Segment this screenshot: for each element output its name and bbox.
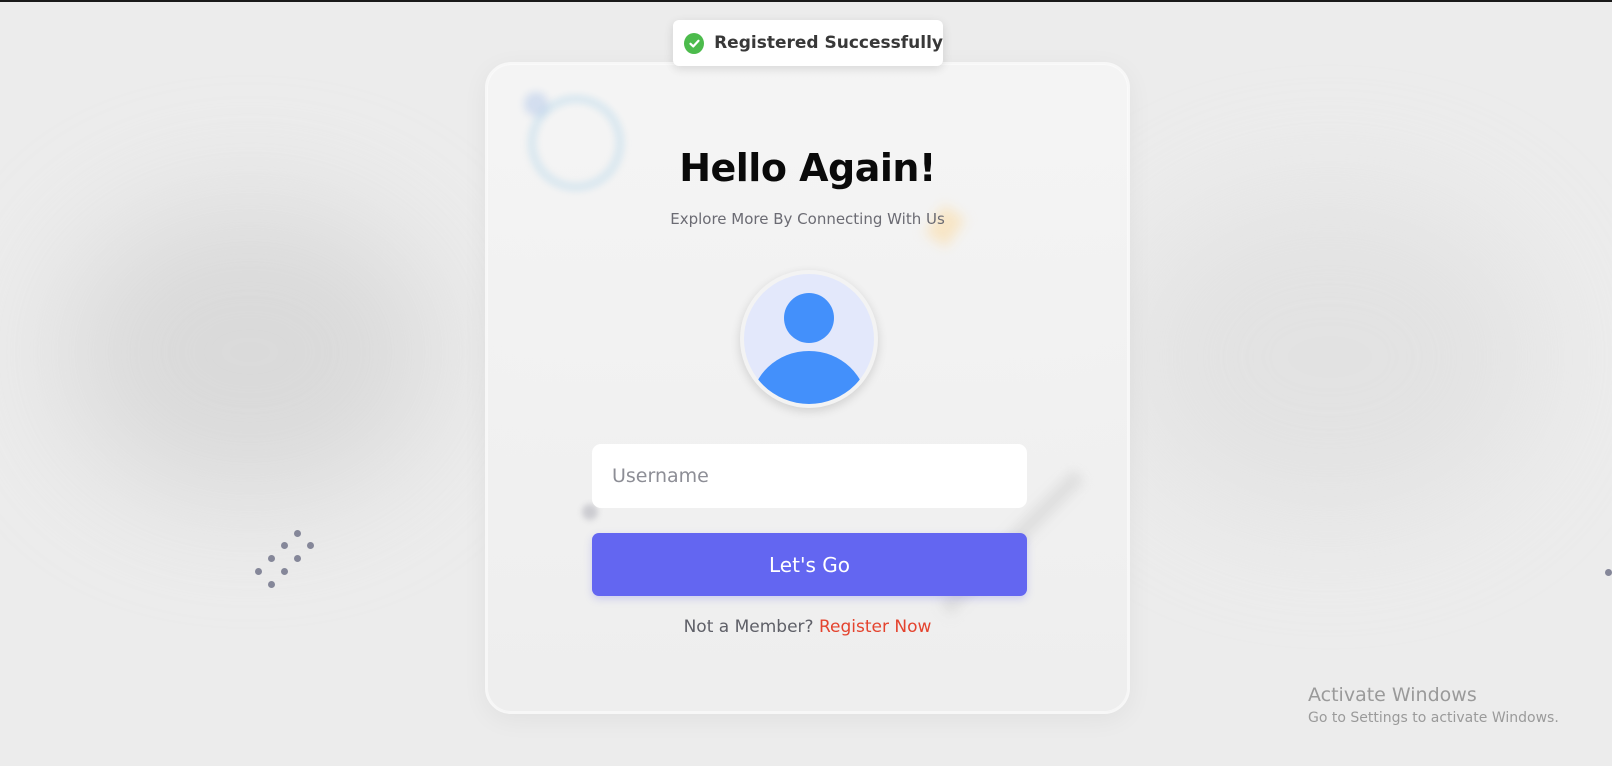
page-subtitle: Explore More By Connecting With Us	[670, 210, 945, 228]
decorative-dot	[1605, 569, 1612, 576]
lets-go-button[interactable]: Let's Go	[592, 533, 1027, 596]
user-avatar-icon	[740, 270, 878, 408]
windows-activation-watermark: Activate Windows Go to Settings to activ…	[1308, 684, 1559, 726]
background-blur-left	[60, 202, 440, 502]
username-input[interactable]	[592, 444, 1027, 508]
page-title: Hello Again!	[679, 146, 936, 190]
success-toast: Registered Successfully	[673, 20, 943, 66]
login-card: Hello Again! Explore More By Connecting …	[485, 62, 1130, 714]
watermark-subtitle: Go to Settings to activate Windows.	[1308, 710, 1559, 726]
watermark-title: Activate Windows	[1308, 684, 1477, 706]
member-prompt-text: Not a Member?	[683, 617, 814, 637]
username-field-container	[592, 444, 1027, 508]
toast-message: Registered Successfully	[714, 33, 943, 53]
decorative-dot-pattern	[255, 530, 325, 600]
register-now-link[interactable]: Register Now	[819, 617, 931, 637]
register-prompt: Not a Member? Register Now	[487, 617, 1128, 637]
decorative-blob	[524, 92, 548, 116]
check-circle-icon	[684, 32, 705, 54]
background-blur-right	[1120, 192, 1540, 522]
